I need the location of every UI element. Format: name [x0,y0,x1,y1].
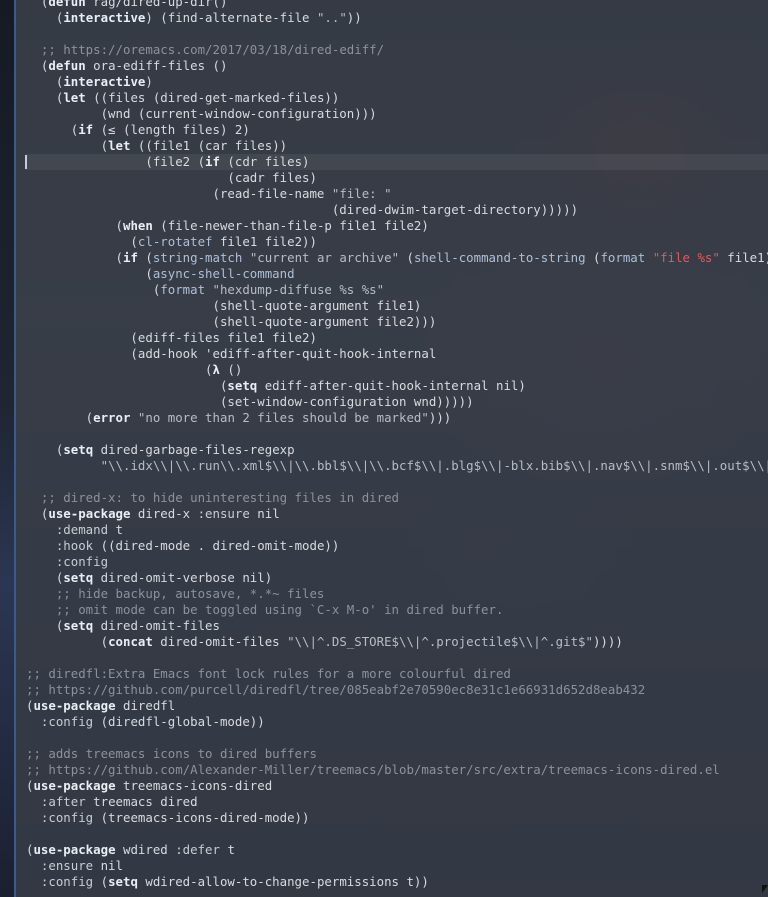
code-line[interactable]: (dired-dwim-target-directory))))) [26,202,768,218]
code-line[interactable]: ;; adds treemacs icons to dired buffers [26,746,768,762]
code-line[interactable] [26,26,768,42]
code-area[interactable]: (defun rag/dired-up-dir() (interactive) … [25,0,768,890]
code-line[interactable]: ;; https://oremacs.com/2017/03/18/dired-… [26,42,768,58]
code-line[interactable]: (defun rag/dired-up-dir() [26,0,768,10]
code-line[interactable]: (setq dired-omit-verbose nil) [26,570,768,586]
code-line[interactable]: (format "hexdump-diffuse %s %s" [26,282,768,298]
code-line[interactable]: (shell-quote-argument file2))) [26,314,768,330]
code-line[interactable]: (if (string-match "current ar archive" (… [26,250,768,266]
code-line[interactable]: (shell-quote-argument file1) [26,298,768,314]
code-line[interactable]: (let ((file1 (car files)) [26,138,768,154]
code-line[interactable]: (ediff-files file1 file2) [26,330,768,346]
code-line[interactable]: (cl-rotatef file1 file2)) [26,234,768,250]
code-line[interactable]: (when (file-newer-than-file-p file1 file… [26,218,768,234]
code-line[interactable]: (wnd (current-window-configuration))) [26,106,768,122]
code-line[interactable]: (concat dired-omit-files "\\|^.DS_STORE$… [26,634,768,650]
code-line[interactable] [26,730,768,746]
code-line[interactable]: :ensure nil [26,858,768,874]
code-line[interactable] [26,650,768,666]
code-line[interactable]: ;; https://github.com/purcell/diredfl/tr… [26,682,768,698]
code-line[interactable]: (use-package treemacs-icons-dired [26,778,768,794]
code-line[interactable]: ;; hide backup, autosave, *.*~ files [26,586,768,602]
code-line[interactable]: :config (diredfl-global-mode)) [26,714,768,730]
mouse-pointer-icon [762,885,768,893]
code-line[interactable]: :hook ((dired-mode . dired-omit-mode)) [26,538,768,554]
code-line[interactable]: (setq dired-omit-files [26,618,768,634]
code-line[interactable] [26,826,768,842]
code-line[interactable]: (async-shell-command [26,266,768,282]
emacs-editor-buffer[interactable]: (defun rag/dired-up-dir() (interactive) … [16,0,768,897]
code-line[interactable]: (interactive) (find-alternate-file "..")… [26,10,768,26]
code-line[interactable]: (read-file-name "file: " [26,186,768,202]
code-line[interactable] [26,474,768,490]
code-line[interactable]: (set-window-configuration wnd))))) [26,394,768,410]
code-line[interactable]: ;; https://github.com/Alexander-Miller/t… [26,762,768,778]
text-cursor [25,155,27,169]
code-line[interactable]: :config (setq wdired-allow-to-change-per… [26,874,768,890]
code-line[interactable]: (use-package dired-x :ensure nil [26,506,768,522]
code-line[interactable]: (interactive) [26,74,768,90]
code-line[interactable]: (add-hook 'ediff-after-quit-hook-interna… [26,346,768,362]
code-line[interactable]: ;; omit mode can be toggled using `C-x M… [26,602,768,618]
code-line[interactable]: ;; diredfl:Extra Emacs font lock rules f… [26,666,768,682]
code-line[interactable]: :config (treemacs-icons-dired-mode)) [26,810,768,826]
code-line[interactable]: (cadr files) [26,170,768,186]
code-line[interactable]: "\\.idx\\|\\.run\\.xml$\\|\\.bbl$\\|\\.b… [26,458,768,474]
code-line[interactable]: (setq dired-garbage-files-regexp [26,442,768,458]
code-line[interactable]: :demand t [26,522,768,538]
code-line[interactable]: (use-package diredfl [26,698,768,714]
code-line[interactable]: :after treemacs dired [26,794,768,810]
code-line[interactable] [26,426,768,442]
code-line[interactable]: (file2 (if (cdr files) [25,154,768,170]
code-line[interactable]: (λ () [26,362,768,378]
code-line[interactable]: (if (≤ (length files) 2) [26,122,768,138]
code-line[interactable]: (setq ediff-after-quit-hook-internal nil… [26,378,768,394]
code-line[interactable]: ;; dired-x: to hide uninteresting files … [26,490,768,506]
code-line[interactable]: (let ((files (dired-get-marked-files)) [26,90,768,106]
code-line[interactable]: (error "no more than 2 files should be m… [26,410,768,426]
code-line[interactable]: (defun ora-ediff-files () [26,58,768,74]
code-line[interactable]: (use-package wdired :defer t [26,842,768,858]
window-left-edge [0,0,16,897]
code-line[interactable]: :config [26,554,768,570]
